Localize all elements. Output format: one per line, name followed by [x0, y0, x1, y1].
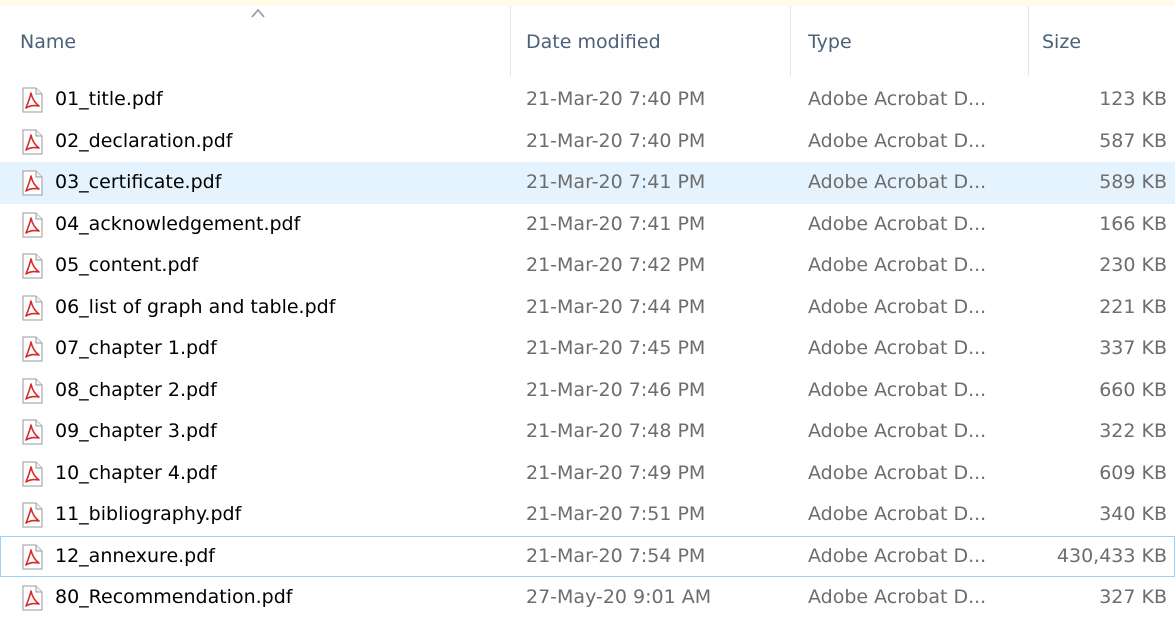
file-date-modified: 21-Mar-20 7:54 PM — [526, 544, 706, 567]
column-header-type-label: Type — [808, 31, 852, 53]
file-size: 660 KB — [1099, 378, 1167, 401]
file-row[interactable]: 06_list of graph and table.pdf 21-Mar-20 … — [0, 287, 1175, 329]
file-row[interactable]: 12_annexure.pdf 21-Mar-20 7:54 PM Adobe Ac… — [0, 535, 1175, 577]
column-header-size[interactable]: Size — [1028, 6, 1175, 76]
pdf-file-icon — [22, 585, 43, 611]
file-type: Adobe Acrobat D... — [808, 254, 987, 276]
column-header-date-label: Date modified — [526, 31, 661, 53]
file-size: 589 KB — [1099, 171, 1167, 193]
pdf-file-icon — [22, 419, 43, 445]
file-row[interactable]: 01_title.pdf 21-Mar-20 7:40 PM Adobe Acrob… — [0, 79, 1175, 121]
file-size: 609 KB — [1099, 461, 1167, 484]
file-date-modified: 21-Mar-20 7:40 PM — [526, 129, 706, 152]
pdf-file-icon — [22, 170, 43, 196]
column-divider[interactable] — [790, 6, 791, 76]
file-name: 05_content.pdf — [55, 254, 199, 276]
file-date-modified: 21-Mar-20 7:42 PM — [526, 254, 706, 276]
file-date-modified: 21-Mar-20 7:51 PM — [526, 503, 706, 525]
file-date-modified: 21-Mar-20 7:41 PM — [526, 212, 706, 235]
file-size: 430,433 KB — [1056, 544, 1167, 567]
file-type: Adobe Acrobat D... — [808, 420, 987, 442]
pdf-file-icon — [22, 129, 43, 154]
column-header-size-label: Size — [1042, 31, 1082, 53]
file-name: 06_list of graph and table.pdf — [55, 295, 336, 318]
file-date-modified: 21-Mar-20 7:49 PM — [526, 461, 706, 484]
file-name: 09_chapter 3.pdf — [55, 420, 217, 442]
pdf-file-icon — [22, 544, 43, 569]
file-size: 340 KB — [1099, 503, 1167, 525]
file-date-modified: 27-May-20 9:01 AM — [526, 586, 712, 608]
file-date-modified: 21-Mar-20 7:44 PM — [526, 295, 706, 318]
file-type: Adobe Acrobat D... — [808, 212, 987, 235]
file-name: 80_Recommendation.pdf — [55, 586, 293, 608]
file-name: 10_chapter 4.pdf — [55, 461, 217, 484]
column-header-name-label: Name — [20, 31, 77, 53]
file-date-modified: 21-Mar-20 7:41 PM — [526, 171, 706, 193]
file-name: 08_chapter 2.pdf — [55, 378, 217, 401]
file-row[interactable]: 05_content.pdf 21-Mar-20 7:42 PM Adobe Acr… — [0, 245, 1175, 287]
file-row[interactable]: 04_acknowledgement.pdf 21-Mar-20 7:41 PM A… — [0, 204, 1175, 246]
file-name: 07_chapter 1.pdf — [55, 337, 217, 359]
pdf-file-icon — [22, 336, 43, 362]
file-size: 230 KB — [1099, 254, 1167, 276]
file-row[interactable]: 08_chapter 2.pdf 21-Mar-20 7:46 PM Adobe A… — [0, 370, 1175, 412]
file-type: Adobe Acrobat D... — [808, 88, 987, 110]
pdf-file-icon — [22, 253, 43, 279]
file-name: 02_declaration.pdf — [55, 129, 233, 152]
column-header-type[interactable]: Type — [790, 6, 1028, 76]
file-row[interactable]: 80_Recommendation.pdf 27-May-20 9:01 AM Ad… — [0, 577, 1175, 619]
column-header-name[interactable]: Name — [0, 6, 510, 76]
file-type: Adobe Acrobat D... — [808, 337, 987, 359]
file-date-modified: 21-Mar-20 7:46 PM — [526, 378, 706, 401]
file-row[interactable]: 09_chapter 3.pdf 21-Mar-20 7:48 PM Adobe A… — [0, 411, 1175, 453]
file-size: 123 KB — [1099, 88, 1167, 110]
column-header-bar: Name Date modified Type Size — [0, 6, 1175, 76]
file-size: 337 KB — [1099, 337, 1167, 359]
pdf-file-icon — [22, 378, 43, 403]
file-list: 01_title.pdf 21-Mar-20 7:40 PM Adobe Acrob… — [0, 79, 1175, 619]
file-size: 587 KB — [1099, 129, 1167, 152]
file-type: Adobe Acrobat D... — [808, 378, 987, 401]
column-divider[interactable] — [510, 6, 511, 76]
file-row[interactable]: 10_chapter 4.pdf 21-Mar-20 7:49 PM Adobe A… — [0, 453, 1175, 495]
pdf-file-icon — [22, 295, 43, 320]
file-name: 01_title.pdf — [55, 88, 163, 110]
file-row[interactable]: 02_declaration.pdf 21-Mar-20 7:40 PM Adobe… — [0, 121, 1175, 163]
file-name: 11_bibliography.pdf — [55, 503, 242, 525]
column-divider[interactable] — [1028, 6, 1029, 76]
column-header-date[interactable]: Date modified — [510, 6, 790, 76]
file-type: Adobe Acrobat D... — [808, 461, 987, 484]
file-row[interactable]: 03_certificate.pdf 21-Mar-20 7:41 PM Adobe… — [0, 162, 1175, 204]
file-type: Adobe Acrobat D... — [808, 586, 987, 608]
file-date-modified: 21-Mar-20 7:45 PM — [526, 337, 706, 359]
pdf-file-icon — [22, 461, 43, 486]
file-name: 03_certificate.pdf — [55, 171, 222, 193]
pdf-file-icon — [22, 87, 43, 113]
file-type: Adobe Acrobat D... — [808, 129, 987, 152]
file-size: 221 KB — [1099, 295, 1167, 318]
file-name: 04_acknowledgement.pdf — [55, 212, 301, 235]
file-type: Adobe Acrobat D... — [808, 544, 987, 567]
pdf-file-icon — [22, 212, 43, 237]
file-type: Adobe Acrobat D... — [808, 295, 987, 318]
file-row[interactable]: 07_chapter 1.pdf 21-Mar-20 7:45 PM Adobe A… — [0, 328, 1175, 370]
file-size: 322 KB — [1099, 420, 1167, 442]
file-size: 166 KB — [1099, 212, 1167, 235]
file-name: 12_annexure.pdf — [55, 544, 215, 567]
file-row[interactable]: 11_bibliography.pdf 21-Mar-20 7:51 PM Adob… — [0, 494, 1175, 536]
file-type: Adobe Acrobat D... — [808, 503, 987, 525]
file-size: 327 KB — [1099, 586, 1167, 608]
pdf-file-icon — [22, 502, 43, 528]
file-type: Adobe Acrobat D... — [808, 171, 987, 193]
file-date-modified: 21-Mar-20 7:48 PM — [526, 420, 706, 442]
file-date-modified: 21-Mar-20 7:40 PM — [526, 88, 706, 110]
